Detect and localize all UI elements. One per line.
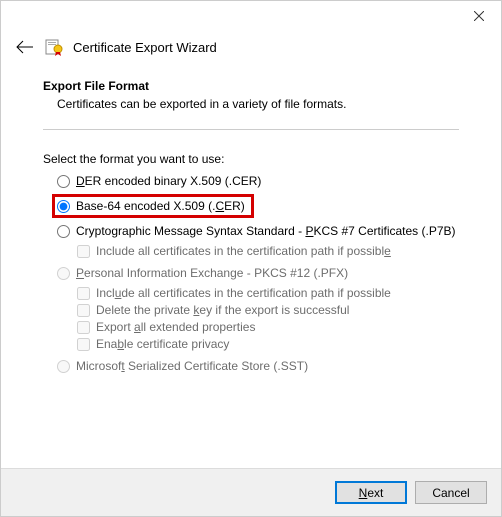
back-button[interactable]	[15, 37, 35, 57]
pfx-delete-row: Delete the private key if the export is …	[77, 303, 459, 317]
option-pkcs7[interactable]: Cryptographic Message Syntax Standard - …	[57, 224, 459, 238]
cancel-button[interactable]: Cancel	[415, 481, 487, 504]
option-sst: Microsoft Serialized Certificate Store (…	[57, 359, 459, 373]
format-prompt: Select the format you want to use:	[43, 152, 459, 166]
option-base64-wrap: Base-64 encoded X.509 (.CER)	[57, 194, 459, 218]
next-button[interactable]: Next	[335, 481, 407, 504]
radio-der[interactable]	[57, 175, 70, 188]
option-pfx: Personal Information Exchange - PKCS #12…	[57, 266, 459, 280]
option-base64-label: Base-64 encoded X.509 (.CER)	[76, 199, 245, 213]
back-arrow-icon	[16, 40, 34, 54]
option-base64[interactable]: Base-64 encoded X.509 (.CER)	[52, 194, 254, 218]
pfx-extprops-row: Export all extended properties	[77, 320, 459, 334]
option-pkcs7-label: Cryptographic Message Syntax Standard - …	[76, 224, 456, 238]
option-der[interactable]: DER encoded binary X.509 (.CER)	[57, 174, 459, 188]
checkbox-pfx-delete	[77, 304, 90, 317]
wizard-title: Certificate Export Wizard	[73, 40, 217, 55]
close-icon	[474, 11, 484, 21]
checkbox-pfx-privacy	[77, 338, 90, 351]
option-pfx-label: Personal Information Exchange - PKCS #12…	[76, 266, 348, 280]
radio-pkcs7[interactable]	[57, 225, 70, 238]
radio-pfx	[57, 267, 70, 280]
pfx-delete-label: Delete the private key if the export is …	[96, 303, 349, 317]
titlebar	[1, 1, 501, 31]
checkbox-pkcs7-include	[77, 245, 90, 258]
separator	[43, 129, 459, 130]
format-options: DER encoded binary X.509 (.CER) Base-64 …	[43, 174, 459, 373]
section-description: Certificates can be exported in a variet…	[43, 97, 459, 111]
certificate-icon	[45, 38, 63, 56]
pkcs7-include-row: Include all certificates in the certific…	[77, 244, 459, 258]
section-title: Export File Format	[43, 79, 459, 93]
pfx-include-row: Include all certificates in the certific…	[77, 286, 459, 300]
radio-base64[interactable]	[57, 200, 70, 213]
option-sst-label: Microsoft Serialized Certificate Store (…	[76, 359, 308, 373]
pfx-privacy-row: Enable certificate privacy	[77, 337, 459, 351]
pkcs7-include-label: Include all certificates in the certific…	[96, 244, 391, 258]
checkbox-pfx-extprops	[77, 321, 90, 334]
pfx-privacy-label: Enable certificate privacy	[96, 337, 229, 351]
option-der-label: DER encoded binary X.509 (.CER)	[76, 174, 261, 188]
content-area: Export File Format Certificates can be e…	[1, 69, 501, 373]
wizard-header: Certificate Export Wizard	[1, 31, 501, 69]
pfx-include-label: Include all certificates in the certific…	[96, 286, 391, 300]
footer: Next Cancel	[1, 468, 501, 516]
radio-sst	[57, 360, 70, 373]
pfx-extprops-label: Export all extended properties	[96, 320, 255, 334]
checkbox-pfx-include	[77, 287, 90, 300]
close-button[interactable]	[456, 1, 501, 31]
